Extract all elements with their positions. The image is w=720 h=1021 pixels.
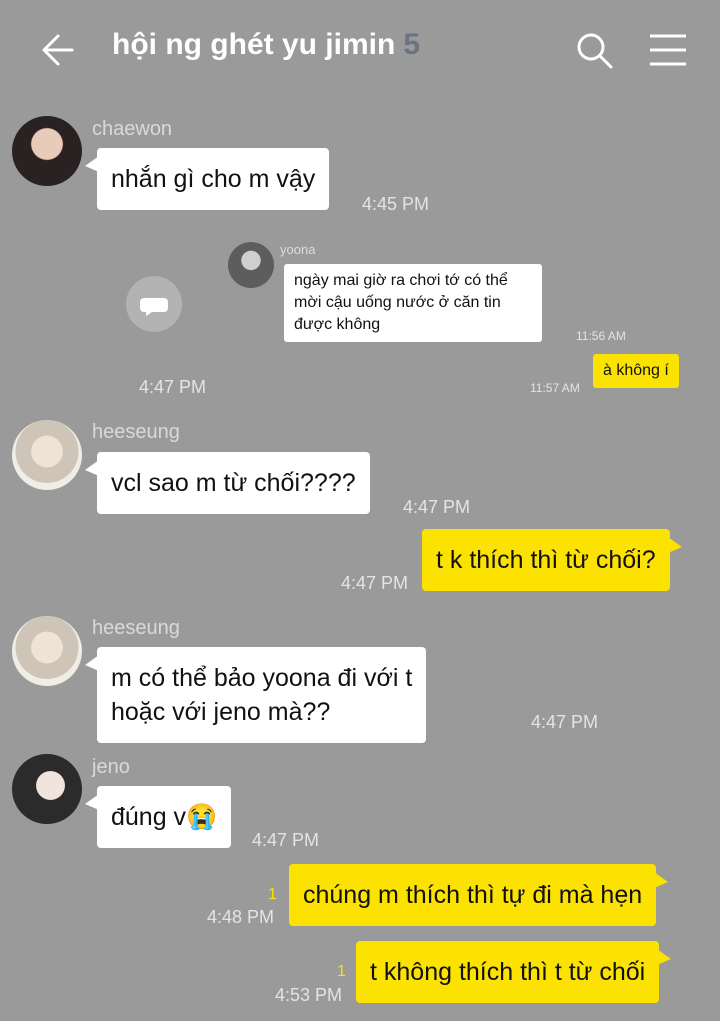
avatar-heeseung[interactable] [12, 420, 82, 490]
message-time: 4:47 PM [252, 830, 320, 850]
my-message-bubble[interactable]: t k thích thì từ chối? [422, 529, 682, 591]
message-bubble[interactable]: đúng v😭 [84, 786, 232, 848]
screenshot-sender: yoona [280, 242, 316, 257]
crying-emoji-icon: 😭 [186, 803, 218, 831]
member-count: 5 [403, 28, 421, 61]
message-text: đúng v [111, 803, 187, 831]
avatar-chaewon[interactable] [12, 116, 82, 186]
message-time: 4:47 PM [531, 712, 599, 732]
my-message-bubble[interactable]: t không thích thì t từ chối [356, 941, 672, 1003]
sender-name: chaewon [92, 118, 173, 140]
message-time: 4:47 PM [403, 497, 471, 517]
unread-count: 1 [337, 963, 346, 980]
unread-count: 1 [268, 886, 277, 903]
screenshot-reply: à không í [593, 354, 679, 388]
message-bubble[interactable]: vcl sao m từ chối???? [85, 452, 370, 514]
avatar-jeno[interactable] [12, 754, 82, 824]
avatar-yoona [228, 242, 274, 288]
sender-name: heeseung [92, 421, 180, 443]
menu-icon[interactable] [648, 32, 688, 68]
chat-title: hội ng ghét yu jimin 5 [112, 28, 420, 62]
message-time: 4:45 PM [362, 194, 430, 214]
message-bubble[interactable]: nhắn gì cho m vậy [84, 148, 330, 210]
screenshot-time: 11:56 AM [576, 329, 626, 343]
sender-name: heeseung [92, 617, 180, 639]
chat-header: hội ng ghét yu jimin 5 [0, 0, 720, 100]
screenshot-reply-time: 11:57 AM [530, 381, 580, 395]
message-line: hoặc với jeno mà?? [111, 698, 331, 726]
shared-screenshot-image[interactable]: yoona ngày mai giờ ra chơi tớ có thể mời… [218, 236, 704, 404]
back-arrow-icon[interactable] [36, 30, 76, 70]
screenshot-message: ngày mai giờ ra chơi tớ có thể mời cậu u… [284, 264, 542, 342]
avatar-heeseung[interactable] [12, 616, 82, 686]
message-bubble[interactable]: m có thể bảo yoona đi với t hoặc với jen… [84, 647, 427, 743]
search-icon[interactable] [574, 30, 614, 70]
chat-title-text: hội ng ghét yu jimin [112, 28, 396, 61]
share-icon[interactable] [126, 276, 182, 332]
message-time: 4:53 PM [275, 985, 343, 1005]
message-time: 4:47 PM [139, 377, 207, 397]
sender-name: jeno [92, 756, 130, 778]
my-message-bubble[interactable]: chúng m thích thì tự đi mà hẹn [289, 864, 669, 926]
chat-bubble-icon [140, 298, 168, 316]
message-time: 4:47 PM [341, 573, 409, 593]
message-line: m có thể bảo yoona đi với t [111, 664, 413, 692]
message-time: 4:48 PM [207, 907, 275, 927]
